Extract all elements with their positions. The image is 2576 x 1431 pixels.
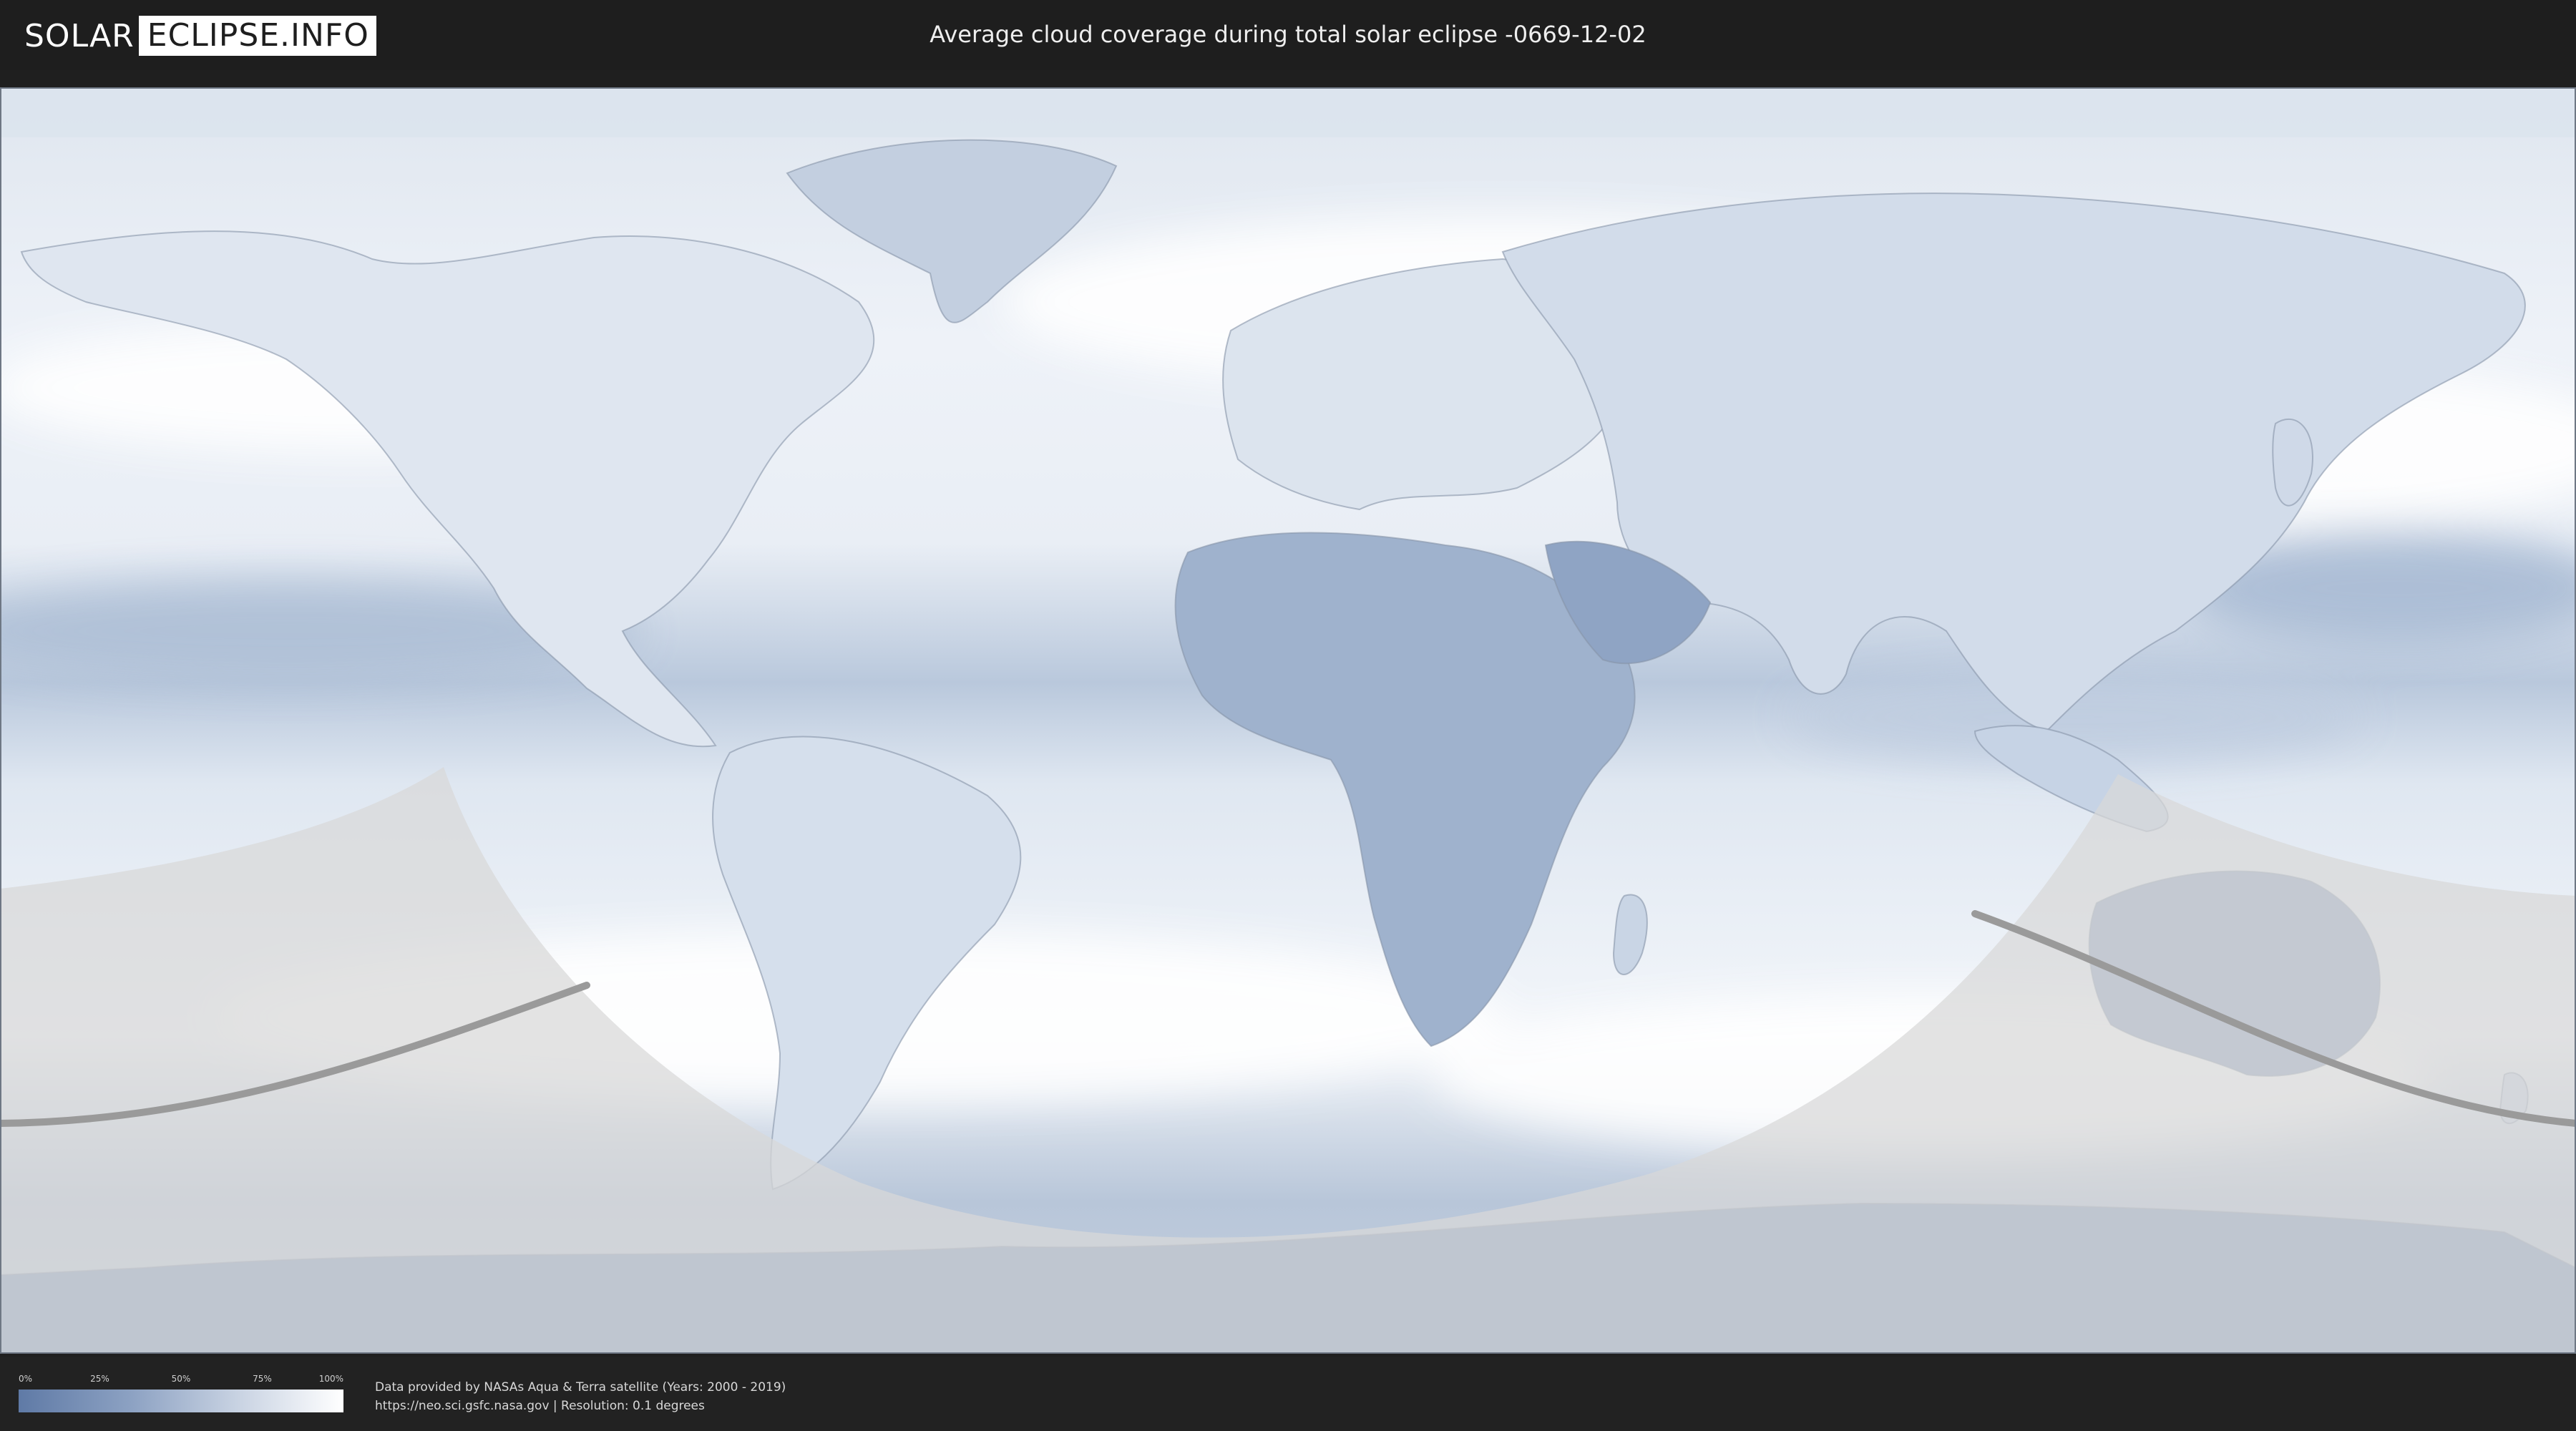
arctic-band bbox=[0, 87, 2576, 137]
legend-tick-100: 100% bbox=[318, 1374, 343, 1384]
legend-gradient-bar bbox=[19, 1390, 343, 1412]
legend-tick-75: 75% bbox=[253, 1374, 272, 1384]
world-map-svg bbox=[0, 87, 2576, 1354]
legend-tick-50: 50% bbox=[171, 1374, 191, 1384]
cloud-coverage-map bbox=[0, 87, 2576, 1354]
legend-ticks: 0% 25% 50% 75% 100% bbox=[19, 1374, 343, 1390]
data-credits: Data provided by NASAs Aqua & Terra sate… bbox=[375, 1378, 786, 1415]
credit-line: Data provided by NASAs Aqua & Terra sate… bbox=[375, 1380, 786, 1395]
legend-tick-0: 0% bbox=[19, 1374, 33, 1384]
source-line[interactable]: https://neo.sci.gsfc.nasa.gov | Resoluti… bbox=[375, 1397, 786, 1415]
header-bar: SOLAR ECLIPSE.INFO Average cloud coverag… bbox=[0, 0, 2576, 70]
page-title: Average cloud coverage during total sola… bbox=[930, 21, 1646, 48]
legend-tick-25: 25% bbox=[90, 1374, 109, 1384]
footer-bar: 0% 25% 50% 75% 100% Data provided by NAS… bbox=[0, 1357, 2576, 1431]
cloud-legend: 0% 25% 50% 75% 100% bbox=[19, 1374, 343, 1412]
